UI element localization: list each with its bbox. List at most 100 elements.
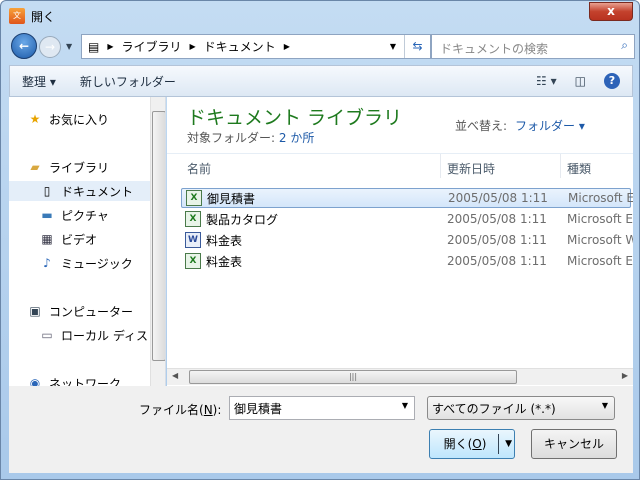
- column-type[interactable]: 種類: [567, 160, 591, 177]
- sidebar-scrollbar[interactable]: [150, 97, 165, 386]
- toolbar: 整理 ▾ 新しいフォルダー ☷ ▾ ◫ ?: [9, 65, 633, 97]
- folder-icon: ▤: [88, 39, 100, 54]
- sidebar-item-label: ミュージック: [61, 256, 133, 271]
- library-title: ドキュメント ライブラリ: [187, 107, 403, 129]
- open-options-dropdown[interactable]: ▼: [505, 430, 512, 458]
- file-date: 2005/05/08 1:11: [447, 212, 547, 226]
- excel-icon: X: [185, 253, 201, 269]
- sort-label: 並べ替え:: [455, 119, 508, 133]
- filename-value: 御見積書: [234, 402, 283, 416]
- file-date: 2005/05/08 1:11: [448, 191, 548, 205]
- file-type: Microsoft Ex: [567, 254, 633, 268]
- horizontal-scrollbar[interactable]: ◀ ||| ▶: [167, 368, 633, 385]
- navigation-pane: ★ お気に入り ▰ ライブラリ ▯ ドキュメント ▬ ピクチャ ▦ ビデオ ♪ ミュージック…: [9, 97, 166, 386]
- filename-input[interactable]: 御見積書 ▼: [229, 396, 415, 420]
- drive-icon: ▭: [41, 328, 53, 342]
- file-row[interactable]: X 料金表 2005/05/08 1:11 Microsoft Ex: [181, 251, 633, 271]
- sidebar-item-pictures[interactable]: ▬ ピクチャ: [39, 205, 109, 225]
- search-placeholder: ドキュメントの検索: [440, 42, 549, 56]
- sidebar-item-network[interactable]: ◉ ネットワーク: [27, 373, 121, 386]
- chevron-right-icon: ▶: [189, 42, 196, 51]
- network-icon: ◉: [29, 376, 41, 386]
- computer-icon: ▣: [29, 304, 41, 318]
- file-type: Microsoft Ex: [568, 191, 633, 205]
- file-date: 2005/05/08 1:11: [447, 233, 547, 247]
- navigation-bar: ← → ▼ ▤ ▶ ライブラリ ▶ ドキュメント ▶ ▼ ⇆ ドキュメントの検索…: [9, 33, 635, 61]
- file-date: 2005/05/08 1:11: [447, 254, 547, 268]
- filetype-value: すべてのファイル (*.*): [432, 402, 556, 416]
- scrollbar-thumb[interactable]: |||: [189, 370, 517, 384]
- filename-label: ファイル名(N):: [139, 403, 222, 417]
- excel-icon: X: [185, 211, 201, 227]
- preview-pane-icon[interactable]: ◫: [575, 74, 586, 88]
- column-name[interactable]: 名前: [187, 160, 211, 177]
- cancel-button[interactable]: キャンセル: [531, 429, 617, 459]
- scroll-right-icon[interactable]: ▶: [622, 371, 628, 380]
- library-subtitle: 対象フォルダー: 2 か所: [187, 129, 314, 146]
- chevron-down-icon[interactable]: ▼: [402, 401, 408, 410]
- sidebar-item-videos[interactable]: ▦ ビデオ: [39, 229, 97, 249]
- chevron-right-icon[interactable]: ▶: [284, 42, 290, 51]
- recent-pages-dropdown[interactable]: ▼: [66, 42, 72, 51]
- help-icon[interactable]: ?: [604, 73, 620, 89]
- open-dialog: 文 開く x ← → ▼ ▤ ▶ ライブラリ ▶ ドキュメント ▶ ▼ ⇆ ドキ…: [0, 0, 640, 480]
- file-row[interactable]: X 製品カタログ 2005/05/08 1:11 Microsoft Ex: [181, 209, 633, 229]
- music-icon: ♪: [43, 256, 51, 270]
- forward-button[interactable]: →: [39, 36, 61, 58]
- back-button[interactable]: ←: [11, 33, 37, 59]
- close-button[interactable]: x: [589, 2, 633, 21]
- chevron-down-icon[interactable]: ▼: [602, 401, 608, 410]
- sidebar-item-label: ライブラリ: [49, 160, 110, 175]
- file-name: 御見積書: [207, 191, 256, 206]
- file-name: 料金表: [206, 254, 243, 269]
- sidebar-item-label: お気に入り: [49, 112, 110, 127]
- file-type: Microsoft Ex: [567, 212, 633, 226]
- library-icon: ▰: [30, 160, 40, 174]
- title-bar: 文 開く: [9, 6, 55, 26]
- file-name: 料金表: [206, 233, 243, 248]
- sidebar-item-libraries[interactable]: ▰ ライブラリ: [27, 157, 109, 177]
- chevron-right-icon: ▶: [107, 42, 114, 51]
- sort-by: 並べ替え: フォルダー ▾: [455, 117, 585, 134]
- word-icon: W: [185, 232, 201, 248]
- sidebar-item-computer[interactable]: ▣ コンピューター: [27, 301, 133, 321]
- file-type: Microsoft W: [567, 233, 633, 247]
- window-title: 開く: [31, 9, 56, 24]
- breadcrumb-documents[interactable]: ドキュメント: [204, 38, 276, 55]
- sidebar-item-documents[interactable]: ▯ ドキュメント: [9, 181, 150, 201]
- target-folders-link[interactable]: 2 か所: [279, 131, 314, 145]
- app-icon: 文: [9, 8, 25, 24]
- sidebar-item-label: ドキュメント: [61, 184, 134, 199]
- scrollbar-thumb[interactable]: [152, 111, 165, 361]
- excel-icon: X: [186, 190, 202, 206]
- breadcrumb-library[interactable]: ライブラリ: [122, 38, 182, 55]
- organize-button[interactable]: 整理 ▾: [10, 73, 68, 90]
- view-options-icon[interactable]: ☷ ▾: [536, 74, 557, 88]
- file-name: 製品カタログ: [206, 212, 279, 227]
- search-input[interactable]: ドキュメントの検索 ⌕: [431, 34, 635, 59]
- file-row[interactable]: X 御見積書 2005/05/08 1:11 Microsoft Ex: [181, 188, 633, 208]
- file-row[interactable]: W 料金表 2005/05/08 1:11 Microsoft W: [181, 230, 633, 250]
- picture-icon: ▬: [41, 208, 53, 222]
- open-button[interactable]: 開く(O) ▼: [429, 429, 515, 459]
- filetype-select[interactable]: すべてのファイル (*.*) ▼: [427, 396, 615, 420]
- address-bar[interactable]: ▤ ▶ ライブラリ ▶ ドキュメント ▶ ▼ ⇆: [81, 34, 431, 59]
- target-label: 対象フォルダー:: [187, 131, 276, 145]
- star-icon: ★: [29, 112, 41, 126]
- sort-dropdown[interactable]: フォルダー ▾: [515, 119, 585, 133]
- sidebar-item-music[interactable]: ♪ ミュージック: [39, 253, 133, 273]
- dialog-footer: ファイル名(N): 御見積書 ▼ すべてのファイル (*.*) ▼ 開く(O) ▼ キ…: [9, 386, 633, 473]
- file-list-pane: ドキュメント ライブラリ 対象フォルダー: 2 か所 並べ替え: フォルダー ▾ …: [167, 97, 633, 386]
- refresh-button[interactable]: ⇆: [404, 35, 430, 58]
- sidebar-item-label: コンピューター: [49, 304, 134, 319]
- address-dropdown-icon[interactable]: ▼: [390, 42, 396, 51]
- column-headers: 名前 更新日時 種類: [167, 153, 633, 178]
- new-folder-button[interactable]: 新しいフォルダー: [68, 73, 188, 90]
- sidebar-item-favorites[interactable]: ★ お気に入り: [27, 109, 109, 129]
- scroll-left-icon[interactable]: ◀: [172, 371, 178, 380]
- search-icon[interactable]: ⌕: [621, 38, 628, 53]
- sidebar-item-label: ローカル ディス: [61, 328, 148, 343]
- sidebar-item-label: ビデオ: [61, 232, 98, 247]
- sidebar-item-local-disk[interactable]: ▭ ローカル ディス: [39, 325, 148, 345]
- column-date[interactable]: 更新日時: [447, 160, 495, 177]
